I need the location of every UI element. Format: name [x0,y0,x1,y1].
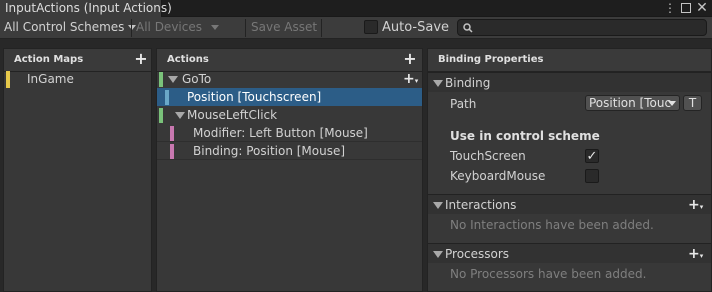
auto-save-label: Auto-Save [382,20,450,35]
scheme-label-keyboardmouse: KeyboardMouse [450,169,546,183]
menu-dots-icon[interactable]: ⋮ [664,0,676,17]
search-icon [463,23,473,33]
path-dropdown[interactable]: Position [Touc [585,95,680,111]
binding-section-header[interactable]: Binding [428,72,711,92]
scheme-checkbox-keyboardmouse[interactable] [585,169,599,183]
maximize-icon[interactable] [681,3,691,13]
toolbar-divider [321,19,322,37]
scheme-label-touchscreen: TouchScreen [450,149,526,163]
action-color-strip [159,108,163,123]
window-title-bar: InputActions (Input Actions) ⋮ ✕ [0,0,712,17]
interactions-section-header[interactable]: Interactions +▾ [428,194,711,214]
action-label: MouseLeftClick [187,108,278,122]
interactions-section-label: Interactions [445,198,517,212]
foldout-expanded-icon [433,251,443,258]
add-interaction-button[interactable]: +▾ [688,195,703,217]
processors-empty-text: No Processors have been added. [450,267,647,281]
composite-part-modifier[interactable]: Modifier: Left Button [Mouse] [157,124,422,142]
action-item-goto[interactable]: GoTo +▾ [157,70,422,88]
save-asset-button[interactable]: Save Asset [246,17,321,38]
path-label: Path [450,97,477,111]
binding-item-position-touchscreen[interactable]: Position [Touchscreen] [157,88,422,106]
binding-properties-header: Binding Properties [428,49,711,72]
close-icon[interactable]: ✕ [696,0,708,17]
binding-section-label: Binding [445,76,491,90]
foldout-expanded-icon[interactable] [175,112,185,119]
action-color-strip [159,72,163,87]
control-scheme-dropdown[interactable]: All Control Schemes [0,17,137,38]
foldout-expanded-icon [433,202,443,209]
composite-part-label: Modifier: Left Button [Mouse] [193,126,368,140]
binding-color-strip [165,90,169,105]
devices-label: All Devices [136,20,202,34]
actions-header: Actions [157,49,422,72]
action-maps-panel: Action Maps + InGame [3,48,152,292]
action-label: GoTo [182,72,212,86]
processors-section-header[interactable]: Processors +▾ [428,243,711,263]
path-text-mode-button[interactable]: T [683,95,702,111]
binding-label: Position [Touchscreen] [187,90,322,104]
part-color-strip [170,126,174,141]
path-value: Position [Touc [589,96,672,110]
action-map-color-strip [6,71,10,88]
control-scheme-heading: Use in control scheme [450,129,600,143]
chevron-down-icon [210,25,219,30]
foldout-expanded-icon[interactable] [168,76,178,83]
binding-properties-panel: Binding Properties Binding Path Position… [427,48,712,292]
action-item-mouseleftclick[interactable]: MouseLeftClick [157,106,422,124]
composite-part-binding[interactable]: Binding: Position [Mouse] [157,142,422,160]
part-color-strip [170,144,174,159]
processors-section-label: Processors [445,247,510,261]
add-binding-dropdown-icon[interactable]: +▾ [403,70,418,90]
foldout-expanded-icon [433,80,443,87]
control-scheme-label: All Control Schemes [4,20,125,34]
composite-part-label: Binding: Position [Mouse] [193,144,346,158]
window-tab[interactable]: InputActions (Input Actions) [0,0,172,17]
auto-save-checkbox[interactable] [364,20,378,34]
add-action-map-button[interactable]: + [134,51,148,67]
scheme-checkbox-touchscreen[interactable]: ✓ [585,149,599,163]
action-maps-header: Action Maps [4,49,151,72]
devices-dropdown[interactable]: All Devices [132,17,245,38]
add-processor-button[interactable]: +▾ [688,244,703,266]
actions-panel: Actions + GoTo +▾ Position [Touchscreen]… [156,48,423,292]
search-input[interactable] [457,19,707,36]
add-action-button[interactable]: + [403,51,417,67]
chevron-down-icon [668,101,676,106]
interactions-empty-text: No Interactions have been added. [450,218,654,232]
action-map-label: InGame [27,72,74,86]
action-map-item-ingame[interactable]: InGame [4,70,151,88]
